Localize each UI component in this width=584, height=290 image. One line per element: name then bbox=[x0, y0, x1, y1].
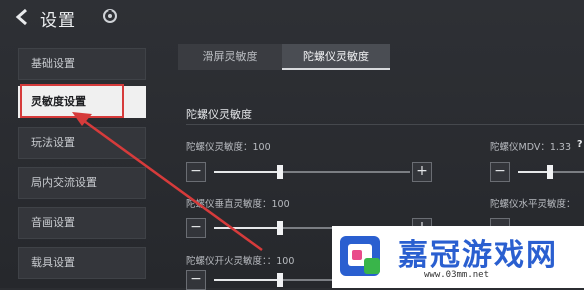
watermark-text: 嘉冠游戏网 bbox=[398, 238, 558, 273]
watermark-logo-icon bbox=[338, 232, 390, 282]
watermark-url: www.03mm.net bbox=[424, 270, 490, 280]
watermark: 嘉冠游戏网 www.03mm.net bbox=[332, 226, 584, 288]
settings-screen: 设置 基础设置 灵敏度设置 玩法设置 局内交流设置 音画设置 载具设置 滑屏灵敏… bbox=[0, 0, 584, 290]
